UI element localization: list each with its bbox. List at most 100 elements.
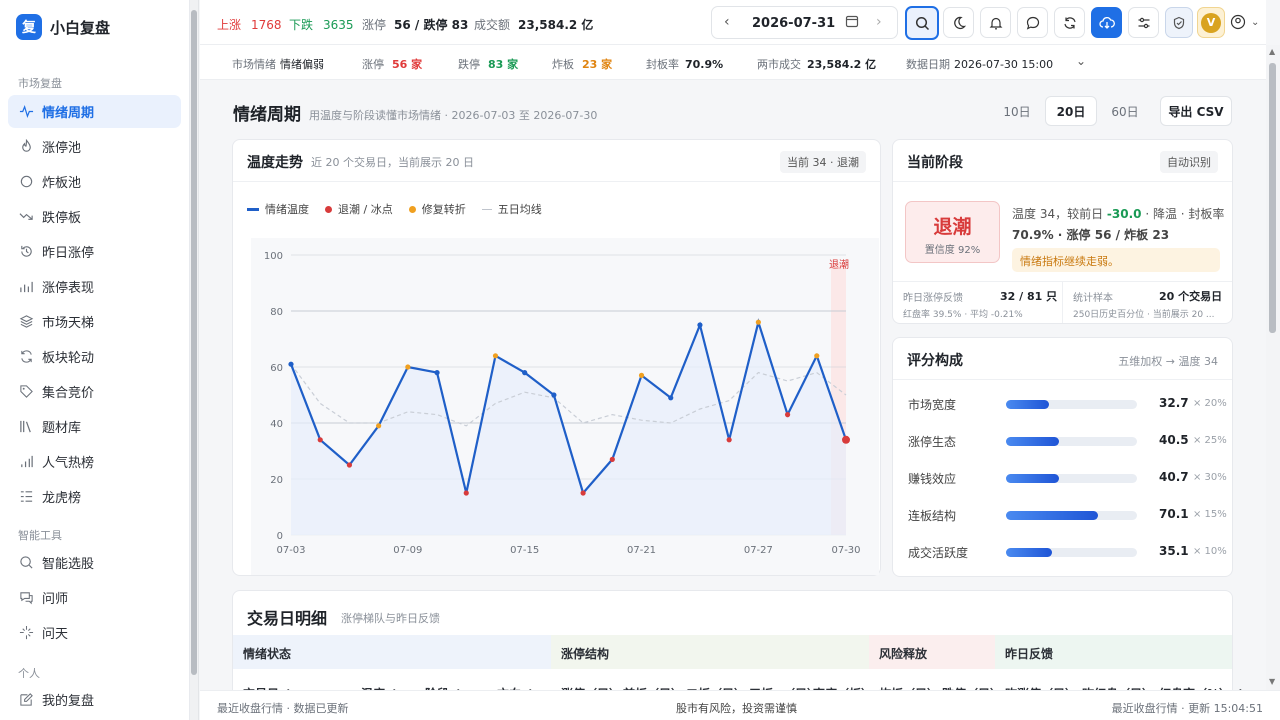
sidebar-item-items-1[interactable]: 涨停池 [8,130,181,163]
sidebar-item-items-3[interactable]: 跌停板 [8,200,181,233]
sync-icon[interactable] [1054,7,1085,38]
date-picker[interactable]: ‹ 2026-07-31 › [711,6,898,39]
temperature-line-chart: 退潮 0 20 40 60 80 100 07-03 07-09 07-15 07-21 07-27 0… [251,238,879,575]
legend-temp: 情绪温度 [265,203,309,216]
page-scroll-thumb[interactable] [1269,63,1276,333]
prev-day-icon[interactable]: ‹ [724,14,730,30]
account-menu[interactable]: ⌄ [1230,14,1259,30]
chart-card-title: 温度走势 [247,155,303,171]
data-point [638,372,645,378]
chat-icon [18,590,34,606]
footer-center: 股市有风险，投资需谨慎 [676,702,797,715]
history-icon [18,244,34,260]
card-divider [893,181,1232,182]
range-10d[interactable]: 10日 [992,96,1042,126]
sidebar-scroll-thumb[interactable] [191,10,197,675]
sidebar-item-items-0[interactable]: 情绪周期 [8,95,181,128]
turnover-summary: 两市成交 23,584.2 亿 [757,58,877,71]
feedback-value: 32 / 81 只 [1000,290,1058,303]
sidebar-item-label: 市场天梯 [42,316,95,331]
export-csv-button[interactable]: 导出 CSV [1160,96,1232,126]
sidebar-item-items-2[interactable]: 炸板池 [8,165,181,198]
temperature-chart-card: 温度走势 近 20 个交易日，当前展示 20 日 当前 34 · 退潮 情绪温度… [232,139,881,576]
data-point [784,412,791,418]
moon-icon[interactable] [943,7,974,38]
sidebar-item-label: 题材库 [42,421,82,436]
expand-chevron-icon[interactable]: ⌄ [1076,54,1086,68]
cloud-sync-icon[interactable] [1091,7,1122,38]
sidebar-item-items-7[interactable]: 板块轮动 [8,340,181,373]
legend-red-dot [325,205,332,213]
score-label: 市场宽度 [908,398,957,412]
data-point [726,437,732,443]
data-point [580,490,586,496]
sidebar-item-tools-1[interactable]: 问师 [8,581,181,614]
app-logo[interactable]: 复 小白复盘 [16,14,110,40]
sidebar-item-label: 龙虎榜 [42,491,82,506]
footer-right: 最近收盘行情 · 更新 15:04:51 [1111,702,1263,715]
bell-icon[interactable] [980,7,1011,38]
score-bar-fill [1006,437,1060,446]
sidebar-section-personal: 个人 [18,667,40,680]
sidebar-scrollbar[interactable] [190,0,199,720]
x-tick-label: 07-21 [627,545,656,556]
range-60d[interactable]: 60日 [1100,96,1150,126]
x-tick-label: 07-09 [393,545,422,556]
data-point [755,319,761,325]
score-value: 35.1 [1159,544,1189,558]
turnover-stat: 成交额 23,584.2 亿 [474,18,594,32]
next-day-icon[interactable]: › [876,14,882,30]
legend-ma: 五日均线 [497,203,542,216]
phase-card-title: 当前阶段 [907,155,963,171]
library-icon [18,419,34,435]
score-bar [1006,437,1137,446]
range-20d[interactable]: 20日 [1045,96,1097,126]
scroll-up-icon[interactable]: ▲ [1269,47,1275,56]
data-point [288,361,294,367]
vip-badge[interactable]: V [1197,7,1225,38]
down-stat: 下跌 3635 [289,18,354,32]
group-header-risk: 风险释放 [869,635,995,669]
mood-summary: 市场情绪 情绪偏弱 [232,58,324,71]
date-value[interactable]: 2026-07-31 [752,16,835,31]
legend-orange-dot [408,205,416,213]
auto-detect-badge: 自动识别 [1160,151,1218,173]
scroll-down-icon[interactable]: ▼ [1269,677,1275,686]
y-tick-label: 40 [270,419,283,430]
table-card-title: 交易日明细 [247,609,328,628]
sidebar-item-personal-0[interactable]: 我的复盘 [8,683,181,716]
sidebar-item-items-9[interactable]: 题材库 [8,410,181,443]
refresh-icon [18,349,34,365]
sidebar-item-items-4[interactable]: 昨日涨停 [8,235,181,268]
score-bar-fill [1006,548,1052,557]
sample-value: 20 个交易日 [1159,290,1223,303]
x-tick-label: 07-27 [744,545,773,556]
score-value: 70.1 [1159,507,1189,521]
score-breakdown-card: 评分构成 五维加权 → 温度 34 市场宽度 32.7 × 20% 涨停生态 40.5 ×… [892,337,1233,577]
sidebar-item-label: 集合竞价 [42,386,95,401]
calendar-icon[interactable] [845,14,859,31]
shield-icon[interactable] [1165,7,1193,38]
sidebar-item-items-11[interactable]: 龙虎榜 [8,480,181,513]
search-icon[interactable] [905,6,939,40]
sidebar-item-items-6[interactable]: 市场天梯 [8,305,181,338]
sidebar-item-items-10[interactable]: 人气热榜 [8,445,181,478]
score-weight: × 25% [1193,435,1227,446]
score-bar [1006,548,1137,557]
ring-icon [18,174,34,190]
data-date-summary: 数据日期 2026-07-30 15:00 [906,58,1054,71]
sidebar-item-label: 炸板池 [42,176,82,191]
sidebar-item-label: 问天 [42,627,69,642]
group-header-mood: 情绪状态 [233,635,551,669]
top-bar: 上涨 1768 下跌 3635 涨停 56 / 跌停 83 成交额 23,584.2 亿… [200,0,1266,45]
chart-legend: 情绪温度 退潮 / 冰点 修复转折 五日均线 [247,201,542,217]
chat-icon[interactable] [1017,7,1048,38]
table-card-subtitle: 涨停梯队与昨日反馈 [341,612,440,625]
sidebar-item-tools-2[interactable]: 问天 [8,616,181,649]
page-scrollbar[interactable]: ▲ ▼ [1266,45,1280,690]
sidebar-item-tools-0[interactable]: 智能选股 [8,546,181,579]
filter-icon[interactable] [1128,7,1159,38]
sidebar-item-items-8[interactable]: 集合竞价 [8,375,181,408]
sidebar-item-items-5[interactable]: 涨停表现 [8,270,181,303]
scan-icon [18,555,34,571]
